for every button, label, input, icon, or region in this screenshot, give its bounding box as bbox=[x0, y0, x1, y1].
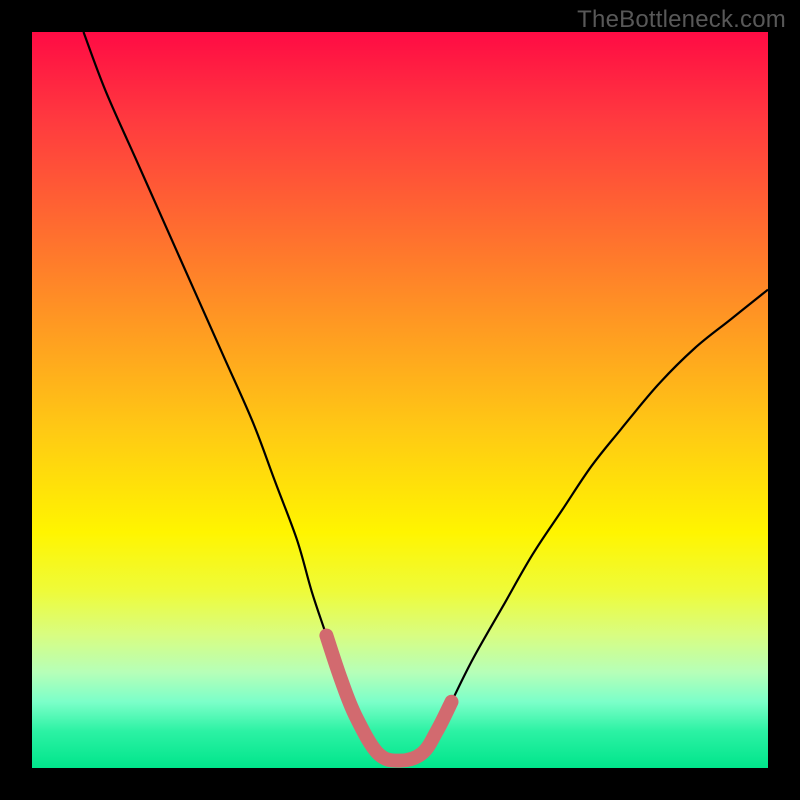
watermark-text: TheBottleneck.com bbox=[577, 6, 786, 34]
black-curve bbox=[84, 32, 769, 761]
chart-frame: TheBottleneck.com bbox=[0, 0, 800, 800]
plot-area bbox=[32, 32, 768, 768]
curve-layer bbox=[32, 32, 768, 768]
thick-pink-segment bbox=[326, 636, 451, 761]
